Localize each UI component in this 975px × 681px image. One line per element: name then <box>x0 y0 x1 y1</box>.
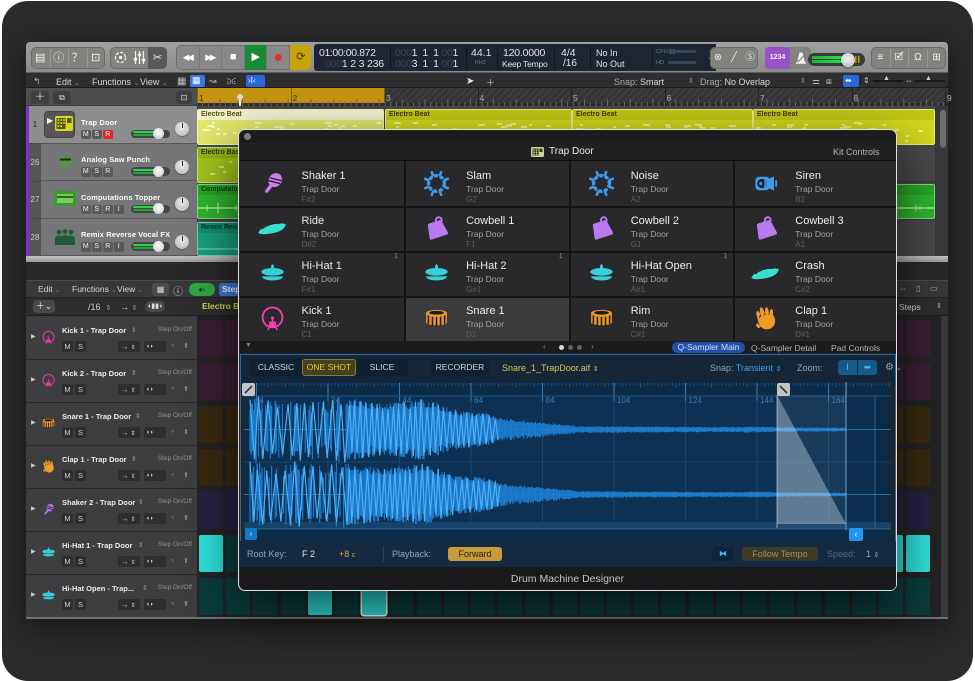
svg-text:64: 64 <box>474 396 483 405</box>
svg-text:104: 104 <box>617 396 631 405</box>
svg-text:144: 144 <box>760 396 774 405</box>
svg-text:124: 124 <box>689 396 703 405</box>
svg-text:84: 84 <box>546 396 555 405</box>
